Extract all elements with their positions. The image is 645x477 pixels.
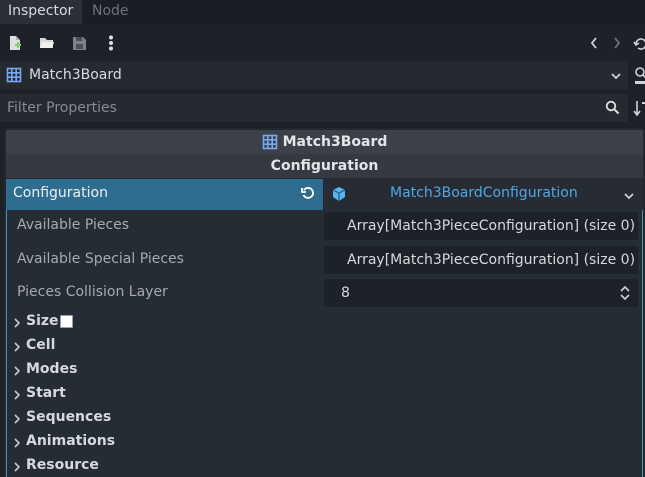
object-selector-label: Match3Board bbox=[29, 67, 122, 83]
open-resource-button[interactable] bbox=[34, 28, 60, 58]
new-resource-icon bbox=[10, 36, 21, 50]
chevron-right-icon bbox=[13, 460, 21, 476]
inspector-toolbar bbox=[0, 28, 645, 58]
grid-node-icon bbox=[6, 67, 22, 87]
array-editor-button[interactable]: Array[Match3PieceConfiguration] (size 0) bbox=[324, 246, 638, 274]
group-label: Cell bbox=[26, 337, 56, 353]
resource-cube-icon bbox=[331, 186, 347, 206]
group-animations[interactable]: Animations bbox=[7, 429, 642, 453]
group-label: Modes bbox=[26, 361, 78, 377]
property-value: Array[Match3PieceConfiguration] (size 0) bbox=[347, 252, 636, 268]
history-forward-button[interactable] bbox=[604, 28, 630, 58]
revert-icon[interactable] bbox=[301, 186, 315, 204]
property-value: Array[Match3PieceConfiguration] (size 0) bbox=[347, 218, 636, 234]
group-label: Start bbox=[26, 385, 66, 401]
chevron-right-icon bbox=[614, 37, 621, 49]
more-vert-icon bbox=[109, 35, 113, 51]
section-header: Match3Board bbox=[6, 130, 643, 154]
collision-layer-spinbox[interactable]: 8 bbox=[324, 279, 638, 307]
group-cell[interactable]: Cell bbox=[7, 333, 642, 357]
history-icon[interactable] bbox=[633, 36, 645, 52]
tab-node[interactable]: Node bbox=[84, 0, 144, 24]
tab-inspector[interactable]: Inspector bbox=[0, 0, 82, 24]
group-label: Resource bbox=[26, 457, 99, 473]
chevron-right-icon bbox=[13, 436, 21, 452]
chevron-right-icon bbox=[13, 388, 21, 404]
group-checkbox[interactable] bbox=[60, 315, 73, 328]
category-header[interactable]: Configuration bbox=[6, 154, 643, 178]
property-available-pieces: Available Pieces Array[Match3PieceConfig… bbox=[7, 210, 642, 240]
array-editor-button[interactable]: Array[Match3PieceConfiguration] (size 0) bbox=[324, 212, 638, 240]
chevron-down-icon[interactable] bbox=[623, 189, 635, 205]
configuration-property: Configuration Match3BoardConfiguration bbox=[6, 179, 643, 210]
category-title: Configuration bbox=[270, 158, 379, 174]
search-icon bbox=[605, 100, 620, 119]
group-modes[interactable]: Modes bbox=[7, 357, 642, 381]
configuration-label-cell[interactable]: Configuration bbox=[6, 179, 323, 210]
section-title: Match3Board bbox=[282, 134, 388, 150]
group-resource[interactable]: Resource bbox=[7, 453, 642, 477]
property-label: Available Special Pieces bbox=[17, 251, 184, 267]
group-size[interactable]: Size bbox=[7, 309, 642, 333]
group-start[interactable]: Start bbox=[7, 381, 642, 405]
chevron-right-icon bbox=[13, 340, 21, 356]
chevron-right-icon bbox=[13, 364, 21, 380]
more-options-button[interactable] bbox=[98, 28, 124, 58]
grid-node-icon bbox=[262, 134, 278, 150]
save-resource-button[interactable] bbox=[66, 28, 92, 58]
chevron-right-icon bbox=[13, 316, 21, 332]
filter-properties-input[interactable]: Filter Properties bbox=[0, 94, 628, 122]
configuration-resource-picker[interactable]: Match3BoardConfiguration bbox=[324, 179, 643, 210]
property-label: Available Pieces bbox=[17, 217, 130, 233]
configuration-label: Configuration bbox=[13, 185, 108, 201]
property-value: 8 bbox=[341, 285, 350, 301]
filter-placeholder: Filter Properties bbox=[7, 100, 117, 116]
docs-icon[interactable] bbox=[633, 66, 645, 86]
chevron-right-icon bbox=[13, 412, 21, 428]
chevron-left-icon bbox=[590, 37, 597, 49]
save-icon bbox=[72, 36, 86, 50]
sort-icon[interactable] bbox=[633, 99, 645, 117]
property-available-special-pieces: Available Special Pieces Array[Match3Pie… bbox=[7, 244, 642, 274]
group-label: Animations bbox=[26, 433, 116, 449]
property-pieces-collision-layer: Pieces Collision Layer 8 bbox=[7, 277, 642, 307]
group-label: Sequences bbox=[26, 409, 112, 425]
configuration-subresource: Available Pieces Array[Match3PieceConfig… bbox=[6, 210, 643, 477]
open-folder-icon bbox=[40, 38, 54, 48]
inspector-panel: Match3Board Configuration Configuration bbox=[4, 128, 645, 477]
group-sequences[interactable]: Sequences bbox=[7, 405, 642, 429]
new-resource-button[interactable] bbox=[2, 28, 28, 58]
chevron-down-icon bbox=[610, 69, 622, 85]
object-selector[interactable]: Match3Board bbox=[0, 61, 628, 89]
property-label: Pieces Collision Layer bbox=[17, 284, 168, 300]
configuration-value: Match3BoardConfiguration bbox=[390, 185, 578, 201]
dock-tabs: Inspector Node bbox=[0, 0, 645, 24]
spin-arrows-icon[interactable] bbox=[620, 285, 630, 305]
group-label: Size bbox=[26, 313, 59, 329]
